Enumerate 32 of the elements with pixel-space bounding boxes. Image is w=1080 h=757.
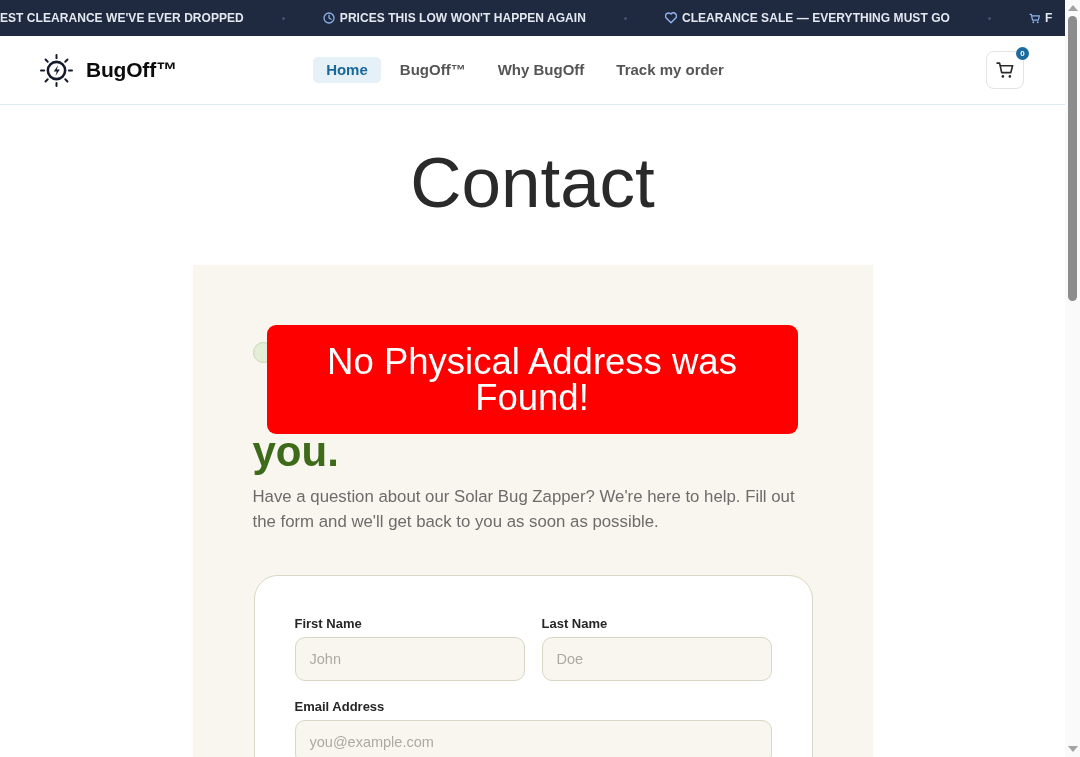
alert-banner: No Physical Address was Found! bbox=[266, 325, 798, 434]
separator-dot-icon bbox=[987, 16, 991, 20]
cart-button[interactable] bbox=[986, 51, 1024, 89]
scroll-down-arrow-icon[interactable] bbox=[1067, 746, 1078, 752]
heart-icon bbox=[664, 12, 677, 24]
nav-link[interactable]: Home bbox=[313, 57, 381, 83]
text-input-field[interactable]: John bbox=[294, 637, 525, 681]
cart-count-badge: 0 bbox=[1016, 47, 1029, 60]
announcement-text: PRICES THIS LOW WON'T HAPPEN AGAIN bbox=[339, 10, 586, 26]
cart-icon bbox=[1028, 12, 1040, 24]
tag-pill bbox=[252, 342, 269, 363]
announcement-text: CLEARANCE SALE — EVERYTHING MUST GO bbox=[681, 10, 950, 26]
field-label: First Name bbox=[294, 615, 362, 633]
clock-icon bbox=[322, 12, 335, 24]
nav-link[interactable]: Track my order bbox=[603, 57, 737, 83]
scrollbar-thumb[interactable] bbox=[1068, 16, 1077, 301]
announcement-text: F bbox=[1044, 10, 1053, 26]
separator-dot-icon bbox=[623, 16, 627, 20]
text-input-field[interactable]: you@example.com bbox=[294, 720, 772, 757]
separator-dot-icon bbox=[281, 16, 285, 20]
nav-link[interactable]: BugOff™ bbox=[386, 57, 479, 83]
field-label: Last Name bbox=[541, 615, 608, 633]
scroll-up-arrow-icon[interactable] bbox=[1067, 5, 1078, 11]
brand-name: BugOff™ bbox=[86, 57, 177, 84]
sun-bolt-icon bbox=[40, 53, 73, 87]
nav-link[interactable]: Why BugOff bbox=[484, 57, 598, 83]
cart-icon bbox=[996, 61, 1014, 79]
page-title: Contact bbox=[409, 142, 656, 224]
announcement-text: EST CLEARANCE WE'VE EVER DROPPED bbox=[0, 10, 244, 26]
field-label: Email Address bbox=[294, 698, 385, 716]
intro-text: Have a question about our Solar Bug Zapper? We're here to help. Fill out the form and we'll get back to you as soon as possible. bbox=[252, 486, 796, 533]
text-input-field[interactable]: Doe bbox=[541, 637, 772, 681]
